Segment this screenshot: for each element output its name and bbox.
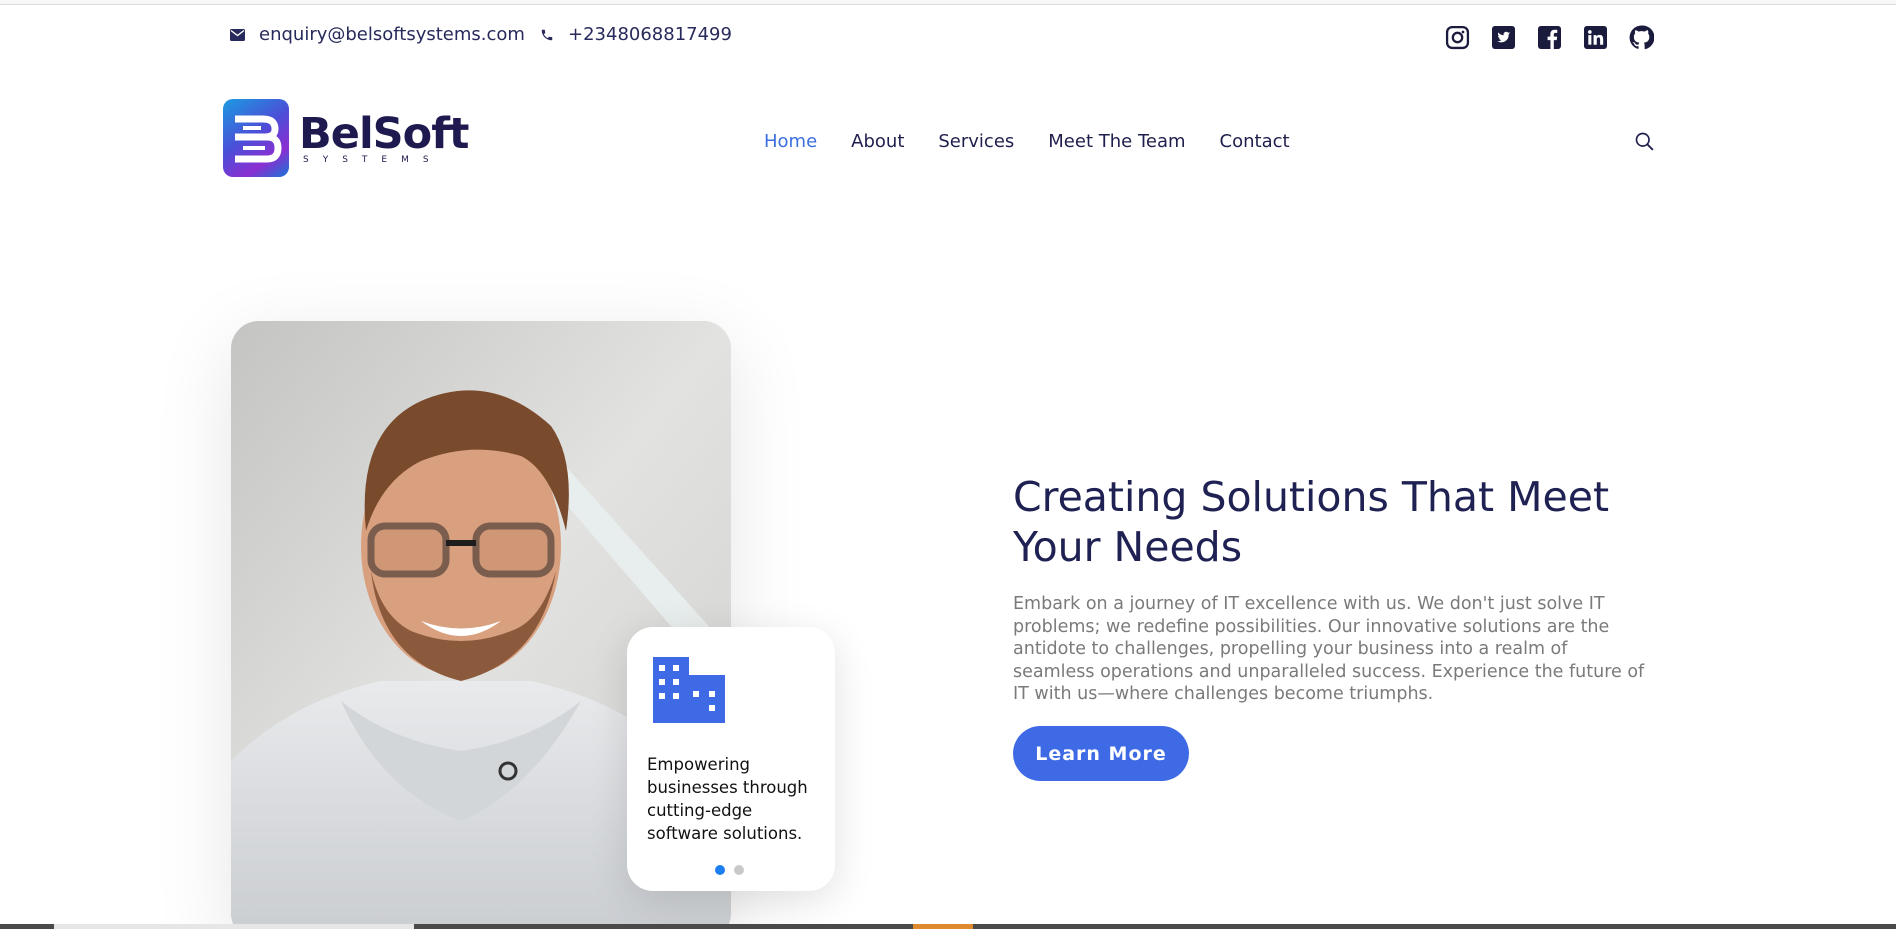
info-card-text: Empowering businesses through cutting-ed…: [647, 755, 808, 843]
facebook-icon[interactable]: [1536, 24, 1563, 51]
bottom-scroll-strip: [0, 924, 1896, 929]
info-card: Empowering businesses through cutting-ed…: [627, 627, 835, 891]
social-links: [1444, 24, 1655, 51]
phone-contact[interactable]: +2348068817499: [540, 24, 732, 45]
learn-more-button[interactable]: Learn More: [1013, 726, 1189, 781]
hero-description: Embark on a journey of IT excellence wit…: [1013, 594, 1645, 705]
logo-mark-icon: [223, 99, 289, 177]
instagram-icon[interactable]: [1444, 24, 1471, 51]
main-nav: Home About Services Meet The Team Contac…: [764, 131, 1290, 152]
building-icon: [653, 657, 725, 727]
brand-name: BelSoft: [299, 109, 469, 159]
email-text[interactable]: enquiry@belsoftsystems.com: [259, 24, 525, 45]
nav-contact[interactable]: Contact: [1220, 131, 1290, 152]
slider-dot-1[interactable]: [715, 865, 725, 875]
linkedin-icon[interactable]: [1582, 24, 1609, 51]
nav-about[interactable]: About: [851, 131, 904, 152]
nav-home[interactable]: Home: [764, 131, 817, 152]
browser-top-border: [0, 0, 1896, 5]
phone-icon: [540, 28, 554, 42]
twitter-icon[interactable]: [1490, 24, 1517, 51]
envelope-icon: [230, 28, 245, 41]
nav-services[interactable]: Services: [938, 131, 1014, 152]
top-bar: enquiry@belsoftsystems.com +234806881749…: [230, 24, 1655, 52]
github-icon[interactable]: [1628, 24, 1655, 51]
email-contact[interactable]: enquiry@belsoftsystems.com: [230, 24, 525, 45]
brand-tagline: SYSTEMS: [303, 155, 443, 165]
brand-logo[interactable]: BelSoft SYSTEMS: [223, 99, 469, 177]
hero-title: Creating Solutions That Meet Your Needs: [1013, 473, 1610, 571]
slider-dot-2[interactable]: [734, 865, 744, 875]
nav-meet-the-team[interactable]: Meet The Team: [1048, 131, 1185, 152]
slider-dots: [715, 865, 744, 875]
search-icon[interactable]: [1634, 131, 1658, 155]
phone-text[interactable]: +2348068817499: [568, 24, 732, 45]
